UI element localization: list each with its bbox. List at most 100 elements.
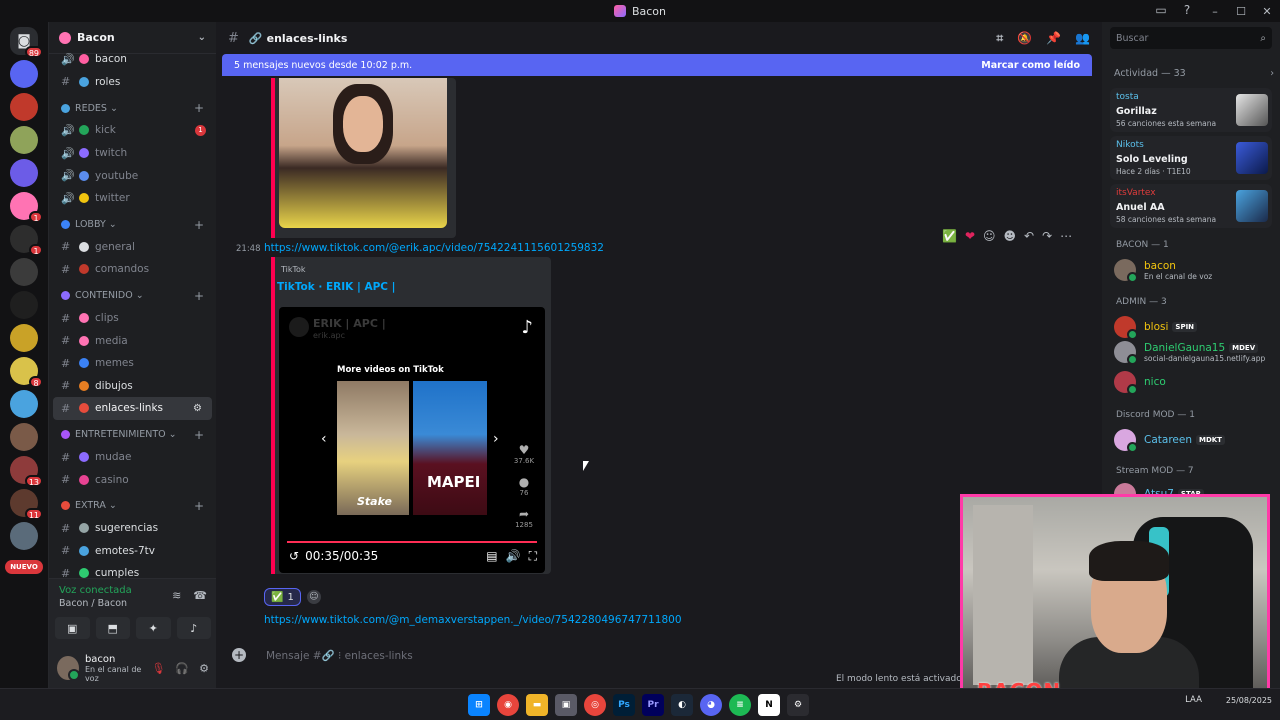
channel-kick[interactable]: 🔊 kick 1 [49, 119, 216, 142]
server-icon[interactable] [10, 291, 38, 319]
gear-icon[interactable]: ⚙ [199, 662, 209, 675]
add-reaction-icon[interactable]: ☻ [1004, 229, 1017, 243]
channel-emotes-7tv[interactable]: # emotes-7tv [49, 540, 216, 563]
category-extra[interactable]: EXTRA ⌄ + [49, 495, 216, 517]
server-icon[interactable]: 8 [10, 357, 43, 388]
channel-general[interactable]: # general [49, 236, 216, 259]
server-icon[interactable]: 13 [10, 456, 43, 487]
channel-settings-icon[interactable]: ⚙ [193, 403, 202, 414]
server-icon[interactable] [10, 159, 38, 187]
server-icon[interactable]: 1 [10, 225, 43, 256]
message-link[interactable]: https://www.tiktok.com/@m_demaxverstappe… [264, 614, 682, 626]
settings-icon[interactable]: ⚙ [787, 694, 809, 716]
server-icon[interactable] [10, 423, 38, 451]
soundboard-button[interactable]: ♪ [176, 617, 211, 639]
keyboard-lang[interactable]: LAA [1185, 695, 1202, 705]
mute-icon[interactable]: 🎙 [151, 662, 165, 675]
chrome-icon[interactable]: ◉ [497, 694, 519, 716]
inbox-icon[interactable]: ▭ [1154, 3, 1168, 17]
channel-memes[interactable]: # memes [49, 352, 216, 375]
discord-icon[interactable]: ◕ [700, 694, 722, 716]
category-entretenimiento[interactable]: ENTRETENIMIENTO ⌄ + [49, 424, 216, 446]
server-icon[interactable] [10, 324, 38, 352]
premiere-icon[interactable]: Pr [642, 694, 664, 716]
add-channel-icon[interactable]: + [194, 499, 204, 513]
disconnect-icon[interactable]: ☎ [193, 589, 207, 602]
folder-icon[interactable]: ▬ [526, 694, 548, 716]
activity-card[interactable]: Nikots Solo Leveling Hace 2 días · T1E10 [1110, 136, 1272, 180]
search-input[interactable]: Buscar ⌕ [1110, 27, 1272, 49]
channel-media[interactable]: # media [49, 329, 216, 352]
reaction-check[interactable]: ✅ 1 [264, 588, 301, 606]
server-icon[interactable] [10, 93, 38, 121]
channel-twitch[interactable]: 🔊 twitch [49, 142, 216, 165]
channel-casino[interactable]: # casino [49, 468, 216, 491]
chevron-right-icon[interactable]: › [493, 431, 499, 447]
video-thumbnail[interactable] [279, 78, 447, 228]
members-icon[interactable]: 👥 [1075, 31, 1090, 46]
spotify-icon[interactable]: ≡ [729, 694, 751, 716]
more-icon[interactable]: ⋯ [1060, 229, 1072, 243]
fullscreen-icon[interactable]: ⛶ [529, 549, 537, 564]
add-channel-icon[interactable]: + [194, 428, 204, 442]
channel-mudae[interactable]: # mudae [49, 446, 216, 469]
channel-enlaces-links[interactable]: # enlaces-links ⚙ [53, 397, 212, 420]
captions-icon[interactable]: ▤ [486, 549, 497, 564]
maximize-button[interactable]: ☐ [1228, 0, 1254, 22]
channel-sugerencias[interactable]: # sugerencias [49, 517, 216, 540]
channel-roles[interactable]: # roles [49, 71, 216, 94]
channel-youtube[interactable]: 🔊 youtube [49, 164, 216, 187]
server-icon[interactable] [10, 60, 38, 88]
notifications-icon[interactable]: 🔕 [1017, 31, 1032, 46]
emoji-icon[interactable]: ☺ [983, 229, 996, 243]
search-icon[interactable]: ⌕ [1260, 33, 1266, 44]
member-item[interactable]: DanielGauna15 MDEV social-danielgauna15.ne… [1114, 340, 1276, 365]
channel-clips[interactable]: # clips [49, 307, 216, 330]
category-redes[interactable]: REDES ⌄ + [49, 97, 216, 119]
channel-twitter[interactable]: 🔊 twitter [49, 187, 216, 210]
message-link[interactable]: https://www.tiktok.com/@erik.apc/video/7… [264, 242, 604, 254]
replay-icon[interactable]: ↺ [289, 549, 299, 563]
related-video-thumb[interactable]: MAPEI [413, 381, 487, 515]
camera-button[interactable]: ▣ [55, 617, 90, 639]
server-icon[interactable] [10, 390, 38, 418]
app-icon[interactable]: ◎ [584, 694, 606, 716]
start-icon[interactable]: ⊞ [468, 694, 490, 716]
embed-title[interactable]: TikTok · ERIK | APC | [275, 281, 395, 293]
threads-icon[interactable]: ⌗ [996, 31, 1003, 46]
volume-icon[interactable]: 🔊 [506, 549, 521, 564]
minimize-button[interactable]: – [1202, 0, 1228, 22]
video-progress[interactable] [287, 541, 537, 543]
new-messages-bar[interactable]: 5 mensajes nuevos desde 10:02 p.m. Marca… [222, 54, 1092, 76]
activities-button[interactable]: ✦ [136, 617, 171, 639]
add-channel-icon[interactable]: + [194, 289, 204, 303]
mark-read-button[interactable]: Marcar como leído [981, 60, 1080, 71]
help-icon[interactable]: ? [1180, 3, 1194, 17]
heart-icon[interactable]: ❤ [965, 229, 975, 243]
activity-card[interactable]: itsVartex Anuel AA 58 canciones esta seman… [1110, 184, 1272, 228]
category-contenido[interactable]: CONTENIDO ⌄ + [49, 285, 216, 307]
activity-card[interactable]: tosta Gorillaz 56 canciones esta semana [1110, 88, 1272, 132]
home-button[interactable]: ◙ 89 [10, 27, 43, 58]
close-button[interactable]: ✕ [1254, 0, 1280, 22]
chevron-left-icon[interactable]: ‹ [321, 431, 327, 447]
channel-comandos[interactable]: # comandos [49, 258, 216, 281]
server-icon[interactable] [10, 258, 38, 286]
server-icon[interactable] [10, 522, 38, 550]
member-item[interactable]: nico [1114, 370, 1276, 395]
add-channel-icon[interactable]: + [194, 218, 204, 232]
category-lobby[interactable]: LOBBY ⌄ + [49, 214, 216, 236]
add-channel-icon[interactable]: + [194, 101, 204, 115]
reply-icon[interactable]: ↶ [1024, 229, 1034, 243]
member-item[interactable]: Catareen MDKT [1114, 428, 1276, 453]
channel-bacon[interactable]: 🔊 bacon [49, 48, 216, 71]
server-icon-bacon[interactable]: 1 [10, 192, 43, 223]
deafen-icon[interactable]: 🎧 [175, 662, 189, 675]
composer-placeholder[interactable]: Mensaje #🔗 ⁝ enlaces-links [266, 649, 413, 662]
notion-icon[interactable]: N [758, 694, 780, 716]
chevron-right-icon[interactable]: › [1270, 68, 1274, 79]
member-item[interactable]: blosi SPIN [1114, 315, 1276, 340]
server-icon[interactable] [10, 126, 38, 154]
photoshop-icon[interactable]: Ps [613, 694, 635, 716]
app-icon[interactable]: ▣ [555, 694, 577, 716]
